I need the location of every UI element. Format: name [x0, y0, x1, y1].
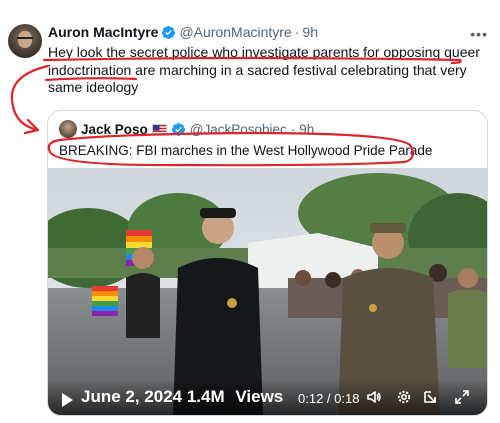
author-name[interactable]: Auron MacIntyre: [48, 24, 158, 40]
quote-text: BREAKING: FBI marches in the West Hollyw…: [59, 143, 433, 158]
tweet-text: Hey look the secret police who investiga…: [48, 44, 480, 95]
arrow-head: [23, 118, 40, 135]
verified-icon: [162, 25, 176, 39]
avatar[interactable]: [8, 24, 42, 58]
more-icon[interactable]: •••: [470, 26, 488, 42]
quote-author-handle: @JackPosobiec: [189, 121, 287, 137]
quote-timestamp: 9h: [299, 121, 315, 137]
video-controls: June 2, 2024 1.4M Views 0:12 / 0:18: [48, 379, 487, 415]
fullscreen-icon[interactable]: [454, 389, 470, 405]
timestamp[interactable]: 9h: [302, 24, 318, 40]
quote-author-name: Jack Poso: [81, 121, 148, 137]
video-views-label: Views: [235, 387, 284, 406]
video-date-views: June 2, 2024 1.4M: [81, 387, 225, 406]
separator-dot: ·: [294, 24, 300, 40]
quote-avatar: [59, 120, 77, 138]
separator-dot: ·: [290, 121, 296, 137]
popout-icon[interactable]: [422, 389, 438, 405]
video-player[interactable]: June 2, 2024 1.4M Views 0:12 / 0:18: [48, 168, 487, 415]
volume-icon[interactable]: [366, 389, 382, 405]
play-icon[interactable]: [62, 393, 73, 407]
video-meta: June 2, 2024 1.4M Views: [81, 387, 283, 407]
quote-header: Jack Poso @JackPosobiec · 9h: [59, 120, 314, 138]
quoted-tweet[interactable]: Jack Poso @JackPosobiec · 9h BREAKING: F…: [47, 110, 488, 416]
tweet-header: Auron MacIntyre @AuronMacintyre · 9h: [48, 24, 318, 40]
settings-icon[interactable]: [396, 389, 412, 405]
tweet: Auron MacIntyre @AuronMacintyre · 9h •••…: [0, 0, 500, 423]
video-time: 0:12 / 0:18: [298, 391, 360, 406]
arrow-curve: [10, 64, 50, 132]
us-flag-icon: [151, 124, 167, 134]
verified-icon: [171, 122, 185, 136]
author-handle[interactable]: @AuronMacintyre: [179, 24, 291, 40]
